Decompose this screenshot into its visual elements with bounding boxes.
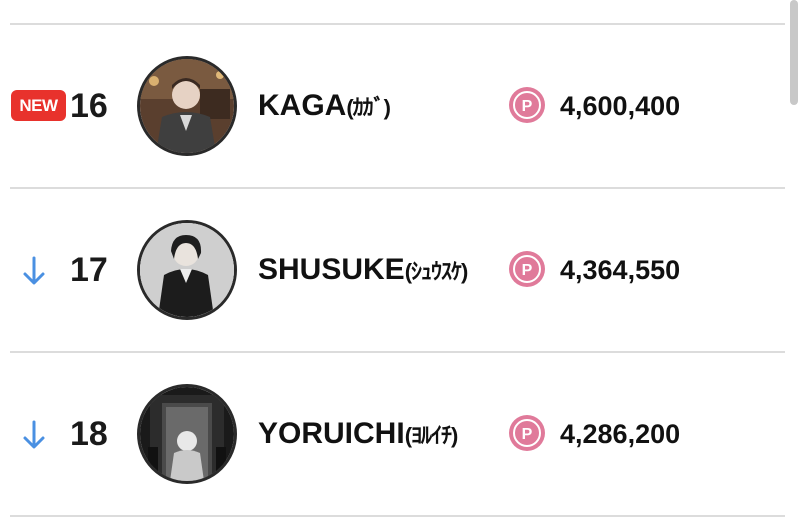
user-name[interactable]: SHUSUKE(ｼｭｳｽｹ) xyxy=(258,250,469,292)
avatar[interactable] xyxy=(137,384,237,484)
ranking-row-16[interactable]: NEW 16 KAGA(ｶｶﾞ) P 4,600,400 xyxy=(0,24,780,188)
user-name-kana: (ﾖﾙｲﾁ) xyxy=(404,423,459,448)
divider xyxy=(10,515,785,517)
rank-number: 17 xyxy=(70,251,108,289)
ranking-row-18[interactable]: 18 YORUICHI(ﾖﾙｲﾁ) P 4,286,200 xyxy=(0,352,780,516)
user-name-text: SHUSUKE xyxy=(258,253,405,286)
point-icon: P xyxy=(509,251,545,287)
svg-text:P: P xyxy=(522,98,533,115)
rank-number: 18 xyxy=(70,415,108,453)
points-value: 4,286,200 xyxy=(560,419,681,449)
scrollbar[interactable] xyxy=(790,0,798,105)
points-value: 4,600,400 xyxy=(560,91,681,121)
user-name[interactable]: KAGA(ｶｶﾞ) xyxy=(258,86,391,128)
ranking-page: NEW 16 KAGA(ｶｶﾞ) P 4,600,400 17 SHUSUKE(… xyxy=(0,0,800,525)
user-name-text: YORUICHI xyxy=(258,417,405,450)
point-icon: P xyxy=(509,415,545,451)
avatar[interactable] xyxy=(137,56,237,156)
user-name-kana: (ｶｶﾞ) xyxy=(346,95,391,120)
user-name[interactable]: YORUICHI(ﾖﾙｲﾁ) xyxy=(258,414,459,456)
arrow-down-icon xyxy=(23,256,45,285)
new-badge: NEW xyxy=(11,90,66,121)
avatar[interactable] xyxy=(137,220,237,320)
svg-text:P: P xyxy=(522,426,533,443)
user-name-kana: (ｼｭｳｽｹ) xyxy=(404,259,469,284)
svg-text:P: P xyxy=(522,262,533,279)
point-icon: P xyxy=(509,87,545,123)
rank-number: 16 xyxy=(70,87,108,125)
ranking-row-17[interactable]: 17 SHUSUKE(ｼｭｳｽｹ) P 4,364,550 xyxy=(0,188,780,352)
user-name-text: KAGA xyxy=(258,89,347,122)
points-value: 4,364,550 xyxy=(560,255,681,285)
arrow-down-icon xyxy=(23,420,45,449)
